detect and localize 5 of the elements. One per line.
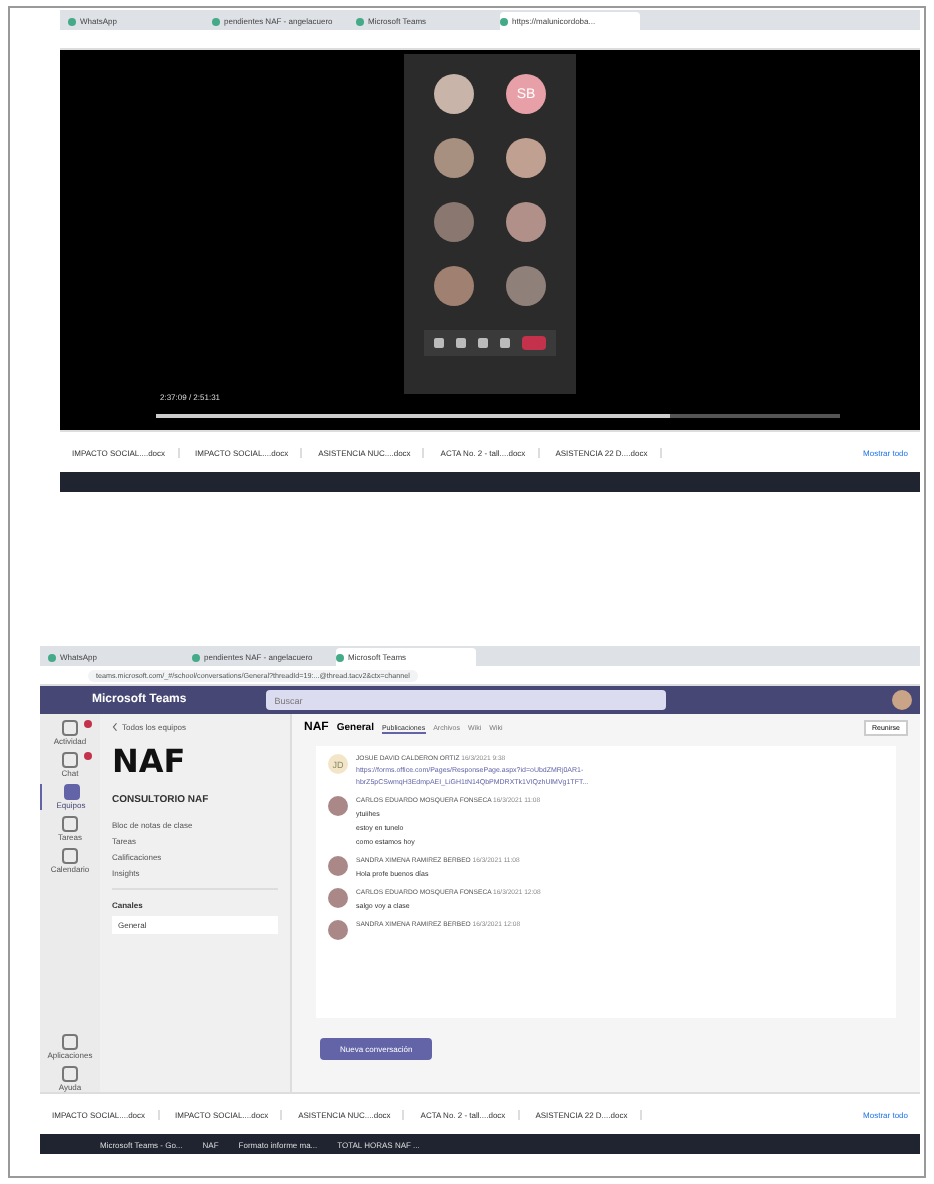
back-icon[interactable] [112, 722, 118, 732]
team-logo: NAF [112, 742, 188, 780]
hang-up-button[interactable] [522, 336, 546, 350]
user-avatar [328, 796, 348, 816]
user-avatar[interactable] [892, 690, 912, 710]
